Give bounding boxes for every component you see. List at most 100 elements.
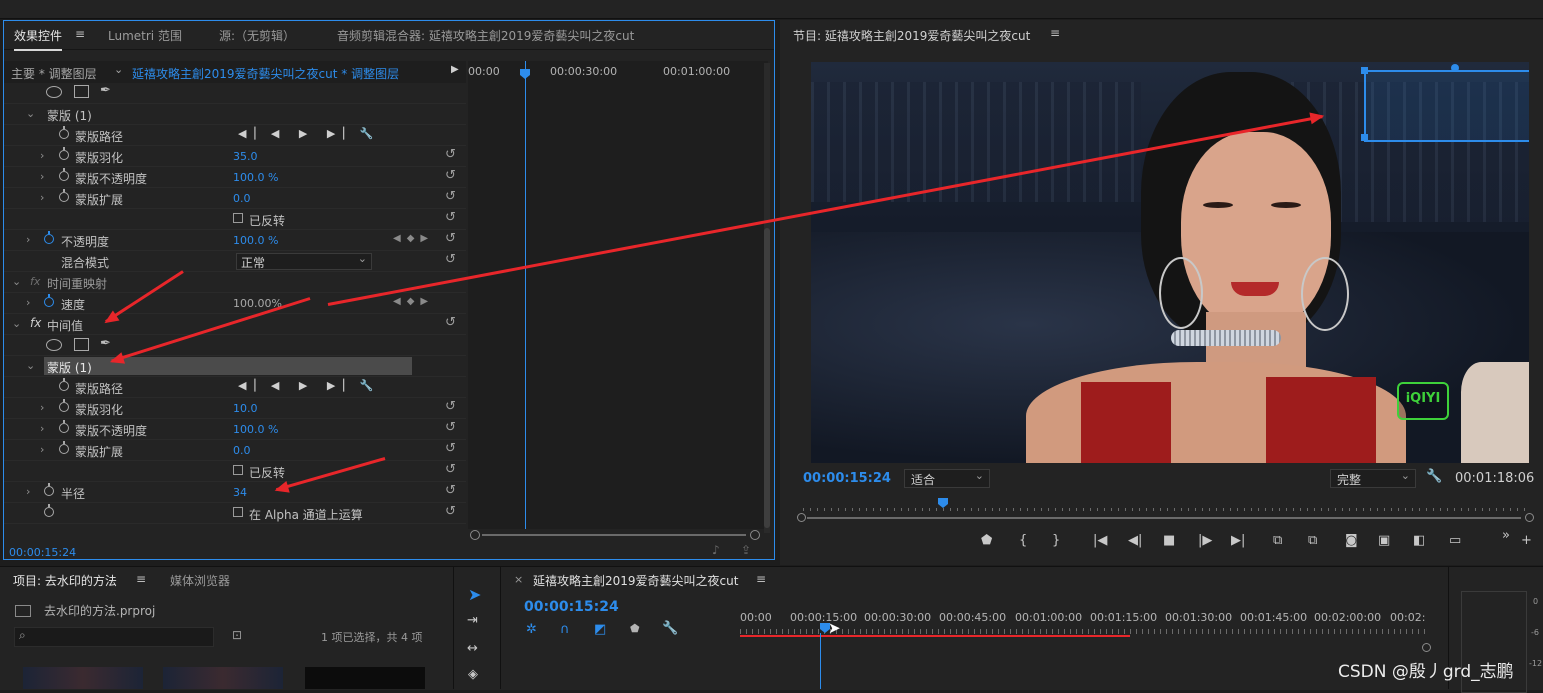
expand-buttons-icon[interactable]: »	[1502, 528, 1510, 543]
chevron-right-icon[interactable]: ›	[40, 191, 44, 204]
chevron-down-icon[interactable]: ⌄	[12, 317, 21, 330]
mask-row[interactable]: ⌄ 蒙版 (1)	[4, 104, 466, 125]
stop-icon[interactable]: ■	[1163, 533, 1175, 548]
panel-menu-icon[interactable]: ≡	[75, 27, 85, 41]
inverted-checkbox[interactable]	[233, 465, 243, 475]
chevron-down-icon[interactable]: ⌄	[12, 275, 21, 288]
tab-audio-clip-mixer[interactable]: 音频剪辑混合器: 延禧攻略主創2019爱奇藝尖叫之夜cut	[337, 27, 634, 44]
reset-icon[interactable]: ↺	[445, 441, 456, 456]
panel-menu-icon[interactable]: ≡	[136, 572, 146, 586]
go-to-out-icon[interactable]: ▶|	[1231, 533, 1245, 548]
scroll-handle-left[interactable]	[470, 530, 480, 540]
rectangle-mask-icon[interactable]	[74, 338, 89, 351]
pen-mask-icon[interactable]: ✒	[100, 336, 111, 351]
fx-icon[interactable]: fx	[30, 275, 40, 288]
mask-vertex-handle[interactable]	[1361, 67, 1368, 74]
step-back-icon[interactable]: ◀|	[1128, 533, 1142, 548]
add-button-icon[interactable]: +	[1521, 533, 1532, 548]
mark-out-icon[interactable]: }	[1052, 533, 1060, 548]
go-to-in-icon[interactable]: |◀	[1093, 533, 1107, 548]
ec-time-ruler[interactable]: 00:00 00:00:30:00 00:01:00:00	[468, 61, 768, 83]
ec-current-time[interactable]: 00:00:15:24	[9, 546, 76, 559]
mask-feather-value[interactable]: 10.0	[233, 402, 258, 415]
mask-opacity-value[interactable]: 100.0 %	[233, 171, 278, 184]
scroll-handle-right[interactable]	[750, 530, 760, 540]
camera-icon[interactable]: ◙	[1345, 533, 1358, 548]
reset-icon[interactable]: ↺	[445, 315, 456, 330]
sequence-clip-label[interactable]: 延禧攻略主創2019爱奇藝尖叫之夜cut * 调整图层	[132, 65, 399, 82]
mask-expansion-value[interactable]: 0.0	[233, 444, 251, 457]
stopwatch-icon[interactable]	[59, 420, 69, 433]
chevron-right-icon[interactable]: ›	[40, 443, 44, 456]
play-triangle-icon[interactable]: ▶	[451, 64, 459, 75]
pen-mask-icon[interactable]: ✒	[100, 83, 111, 98]
mask-path-row[interactable]: 蒙版路径 ◀▏◀ ▶ ▶▏🔧	[4, 125, 466, 146]
master-clip-label[interactable]: 主要 * 调整图层	[11, 65, 97, 82]
stopwatch-icon[interactable]	[44, 504, 54, 517]
fit-select[interactable]: 适合 ⌄	[904, 469, 990, 488]
chevron-right-icon[interactable]: ›	[40, 401, 44, 414]
program-title[interactable]: 节目: 延禧攻略主創2019爱奇藝尖叫之夜cut	[793, 27, 1030, 44]
stopwatch-icon[interactable]	[59, 441, 69, 454]
close-icon[interactable]: ×	[514, 573, 523, 586]
program-playhead[interactable]	[938, 498, 948, 508]
stopwatch-icon[interactable]	[59, 399, 69, 412]
audio-scrub-icon[interactable]: ♪	[712, 543, 720, 557]
stopwatch-icon[interactable]	[44, 483, 54, 496]
program-scrub-bar[interactable]	[797, 498, 1537, 522]
panel-menu-icon[interactable]: ≡	[1050, 26, 1060, 40]
clip-thumbnail[interactable]	[305, 667, 425, 689]
mask-opacity-row[interactable]: › 蒙版不透明度 100.0 % ↺	[4, 167, 466, 188]
project-search-input[interactable]: ⌕	[14, 627, 214, 647]
tab-source[interactable]: 源:（无剪辑）	[219, 27, 295, 44]
mask-feather-row-2[interactable]: › 蒙版羽化 10.0 ↺	[4, 398, 466, 419]
reset-icon[interactable]: ↺	[445, 189, 456, 204]
extract-icon[interactable]: ⧉	[1308, 533, 1317, 548]
tab-lumetri-scopes[interactable]: Lumetri 范围	[108, 27, 182, 44]
clip-thumbnail[interactable]	[23, 667, 143, 689]
chevron-down-icon[interactable]: ⌄	[26, 359, 35, 372]
mask-track-controls[interactable]: ◀▏◀ ▶ ▶▏🔧	[238, 379, 381, 392]
inverted-row-2[interactable]: 已反转 ↺	[4, 461, 466, 482]
mask-expansion-row-2[interactable]: › 蒙版扩展 0.0 ↺	[4, 440, 466, 461]
mask-expansion-value[interactable]: 0.0	[233, 192, 251, 205]
inverted-checkbox[interactable]	[233, 213, 243, 223]
mask-track-controls[interactable]: ◀▏◀ ▶ ▶▏🔧	[238, 127, 381, 140]
radius-row[interactable]: › 半径 34 ↺	[4, 482, 466, 503]
ellipse-mask-icon[interactable]	[46, 86, 62, 98]
blend-mode-select[interactable]: 正常 ⌄	[236, 252, 372, 270]
reset-icon[interactable]: ↺	[445, 462, 456, 477]
new-bin-icon[interactable]: ⊡	[232, 628, 242, 642]
stopwatch-icon[interactable]	[59, 378, 69, 391]
stopwatch-icon[interactable]	[59, 126, 69, 139]
nest-icon[interactable]: ✲	[526, 622, 537, 637]
stopwatch-active-icon[interactable]	[44, 231, 54, 244]
chevron-right-icon[interactable]: ›	[40, 170, 44, 183]
proxy-toggle-icon[interactable]: ◧	[1413, 533, 1425, 548]
median-effect-row[interactable]: ⌄ fx 中间值 ↺	[4, 314, 466, 335]
reset-icon[interactable]: ↺	[445, 252, 456, 267]
mask-opacity-value[interactable]: 100.0 %	[233, 423, 278, 436]
export-icon[interactable]: ⇪	[741, 543, 751, 557]
step-forward-icon[interactable]: |▶	[1198, 533, 1212, 548]
reset-icon[interactable]: ↺	[445, 168, 456, 183]
razor-tool-icon[interactable]: ◈	[468, 667, 478, 682]
linked-selection-icon[interactable]: ◩	[594, 622, 606, 637]
mask-row-selected[interactable]: ⌄ 蒙版 (1)	[4, 356, 466, 377]
reset-icon[interactable]: ↺	[445, 399, 456, 414]
wrench-icon[interactable]: 🔧	[662, 621, 678, 636]
ellipse-mask-icon[interactable]	[46, 339, 62, 351]
clip-thumbnail[interactable]	[163, 667, 283, 689]
alpha-channel-checkbox[interactable]	[233, 507, 243, 517]
stopwatch-icon[interactable]	[59, 147, 69, 160]
mask-feather-value[interactable]: 35.0	[233, 150, 258, 163]
mark-in-icon[interactable]: {	[1019, 533, 1027, 548]
opacity-row[interactable]: › 不透明度 100.0 % ◀◆▶ ↺	[4, 230, 466, 251]
tab-media-browser[interactable]: 媒体浏览器	[170, 572, 230, 589]
stopwatch-icon[interactable]	[59, 189, 69, 202]
reset-icon[interactable]: ↺	[445, 420, 456, 435]
speed-row[interactable]: › 速度 100.00% ◀◆▶	[4, 293, 466, 314]
wrench-icon[interactable]: 🔧	[1426, 469, 1442, 484]
keyframe-nav[interactable]: ◀◆▶	[393, 233, 434, 244]
panel-menu-icon[interactable]: ≡	[756, 572, 766, 586]
